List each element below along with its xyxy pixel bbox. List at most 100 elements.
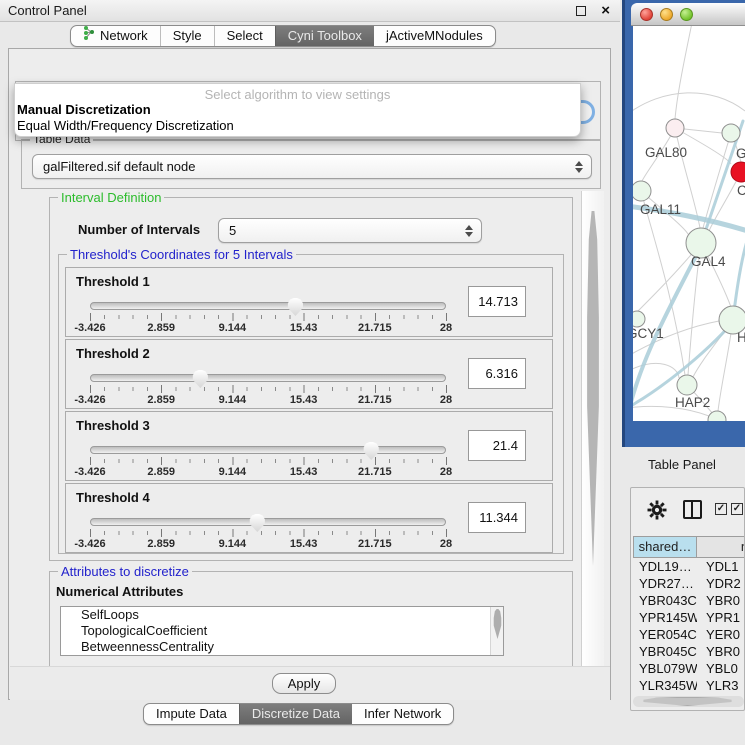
scale-label: 9.144 [219,394,247,406]
attributes-scrollbar[interactable] [490,607,503,656]
thresholds-group: Threshold's Coordinates for 5 Intervals … [58,254,564,554]
checkbox-column-icon[interactable]: ✓ [731,503,743,515]
scrollbar-thumb[interactable] [586,211,600,566]
table-row[interactable]: YER054CYER0 [633,627,745,644]
tab-network[interactable]: Network [71,26,160,46]
threshold-slider[interactable]: -3.4262.8599.14415.4321.71528 [90,370,446,408]
panel-vertical-scrollbar[interactable] [581,191,604,666]
attribute-item[interactable]: SelfLoops [61,607,503,623]
table-panel: ✓ ✓ shared… n YDL19…YDL1YDR27…YDR2YBR043… [630,487,745,711]
scale-label: 28 [440,394,452,406]
number-of-intervals-value: 5 [229,223,236,238]
table-panel-titlebar: Table Panel [620,450,745,480]
number-of-intervals-combobox[interactable]: 5 [218,218,482,243]
split-columns-icon[interactable] [683,500,702,519]
threshold-slider[interactable]: -3.4262.8599.14415.4321.71528 [90,514,446,552]
tab-select[interactable]: Select [214,26,275,46]
network-node[interactable] [633,311,645,327]
attribute-item[interactable]: TopologicalCoefficient [61,623,503,639]
table-data-combobox[interactable]: galFiltered.sif default node [32,154,592,179]
table-row[interactable]: YBL079WYBL0 [633,661,745,678]
close-icon[interactable]: × [601,0,610,22]
table-row[interactable]: YBR045CYBR0 [633,644,745,661]
dropdown-option-equal-width[interactable]: Equal Width/Frequency Discretization [15,118,580,134]
cell-shared-name: YBR045C [633,644,697,661]
column-header-shared[interactable]: shared… [633,537,697,557]
minimize-traffic-light-icon[interactable] [660,8,673,21]
tab-label: Select [227,25,263,47]
close-traffic-light-icon[interactable] [640,8,653,21]
slider-track[interactable] [90,374,446,382]
table-row[interactable]: YBR043CYBR0 [633,593,745,610]
node-label: H [737,330,745,345]
combo-spinner-icon [574,159,583,175]
tab-infer-network[interactable]: Infer Network [352,704,453,724]
column-header-name[interactable]: n [697,537,745,557]
attribute-item[interactable]: BetweennessCentrality [61,639,503,655]
dropdown-placeholder: Select algorithm to view settings [15,84,580,102]
scrollbar-thumb[interactable] [493,609,502,639]
checkbox-column-icon[interactable]: ✓ [715,503,727,515]
table-panel-toolbar: ✓ ✓ [631,488,745,532]
tab-label: Cyni Toolbox [288,25,362,47]
network-node[interactable] [633,181,651,201]
network-node[interactable] [731,162,745,182]
threshold-value-input[interactable] [468,502,526,533]
scrollbar-thumb[interactable] [635,697,740,706]
tab-discretize-data[interactable]: Discretize Data [239,704,352,724]
network-graph[interactable]: GAL80GCGAL11GAL4GCY1HHAP2 [633,26,745,421]
zoom-traffic-light-icon[interactable] [680,8,693,21]
network-node[interactable] [666,119,684,137]
apply-button[interactable]: Apply [272,673,336,694]
table-horizontal-scrollbar[interactable] [633,696,744,707]
slider-track[interactable] [90,446,446,454]
cell-shared-name: YBL079W [633,661,697,678]
control-panel: Control Panel × NetworkStyleSelectCyni T… [0,0,620,745]
tab-impute-data[interactable]: Impute Data [144,704,239,724]
scale-label: 21.715 [358,322,392,334]
threshold-label: Threshold 1 [76,274,150,289]
network-node[interactable] [677,375,697,395]
slider-ticks [90,385,447,393]
scale-label: 9.144 [219,466,247,478]
attributes-group: Attributes to discretize Numerical Attri… [49,571,573,666]
slider-scale: -3.4262.8599.14415.4321.71528 [90,538,446,550]
scale-label: -3.426 [74,538,105,550]
attributes-legend: Attributes to discretize [58,564,192,579]
network-window-titlebar[interactable] [631,3,745,26]
table-row[interactable]: YDR27…YDR2 [633,576,745,593]
threshold-slider[interactable]: -3.4262.8599.14415.4321.71528 [90,442,446,480]
threshold-label: Threshold 3 [76,418,150,433]
threshold-value-input[interactable] [468,358,526,389]
tab-jactivemnodules[interactable]: jActiveMNodules [374,26,495,46]
network-node[interactable] [708,411,726,421]
slider-track[interactable] [90,302,446,310]
slider-scale: -3.4262.8599.14415.4321.71528 [90,466,446,478]
threshold-4-row: Threshold 4-3.4262.8599.14415.4321.71528 [65,483,553,553]
network-node[interactable] [722,124,740,142]
numerical-attributes-list[interactable]: SelfLoopsTopologicalCoefficientBetweenne… [60,606,504,656]
bottom-tab-bar: Impute Data Discretize DataInfer Network [143,703,454,725]
table-row[interactable]: YLR345WYLR3 [633,678,745,695]
tab-cyni-toolbox[interactable]: Cyni Toolbox [275,26,374,46]
scale-label: 2.859 [147,394,175,406]
tab-label: Impute Data [156,703,227,725]
table-row[interactable]: YPR145WYPR1 [633,610,745,627]
table-data-selected-value: galFiltered.sif default node [43,159,195,174]
gear-icon[interactable] [647,500,667,525]
threshold-value-input[interactable] [468,286,526,317]
float-window-icon[interactable] [576,6,586,16]
apply-button-strip: Apply [10,666,610,700]
threshold-slider[interactable]: -3.4262.8599.14415.4321.71528 [90,298,446,336]
scale-label: 9.144 [219,538,247,550]
threshold-1-row: Threshold 1 -3.4262.8599.14415.4321.71528 [65,267,553,337]
settings-scroll-viewport: Interval Definition Number of Intervals … [15,191,605,666]
table-panel-title: Table Panel [648,457,716,472]
combo-spinner-icon [464,223,473,239]
slider-track[interactable] [90,518,446,526]
table-row[interactable]: YDL19…YDL1 [633,559,745,576]
tab-style[interactable]: Style [160,26,214,46]
network-canvas[interactable]: GAL80GCGAL11GAL4GCY1HHAP2 [633,26,745,421]
dropdown-option-manual-discretization[interactable]: Manual Discretization [15,102,580,118]
threshold-value-input[interactable] [468,430,526,461]
